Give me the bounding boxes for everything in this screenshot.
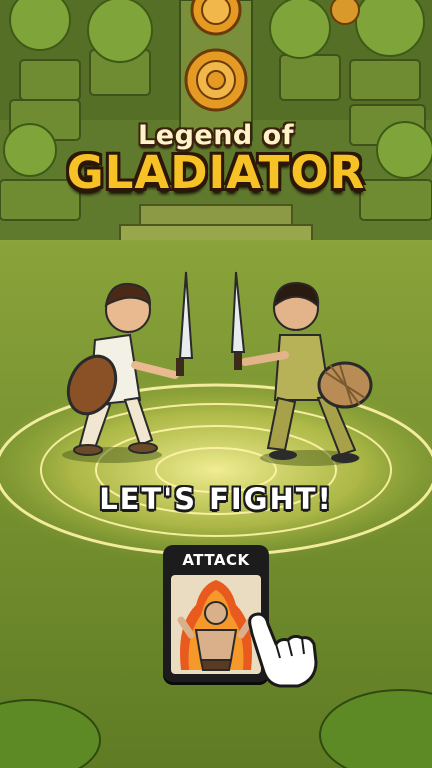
pointing-hand-icon [240, 600, 320, 690]
lets-fight-banner: LET'S FIGHT! [99, 482, 333, 516]
title-line-2: GLADIATOR [66, 146, 366, 199]
attack-label: ATTACK [182, 551, 250, 569]
game-title: Legend of GLADIATOR [0, 120, 432, 197]
